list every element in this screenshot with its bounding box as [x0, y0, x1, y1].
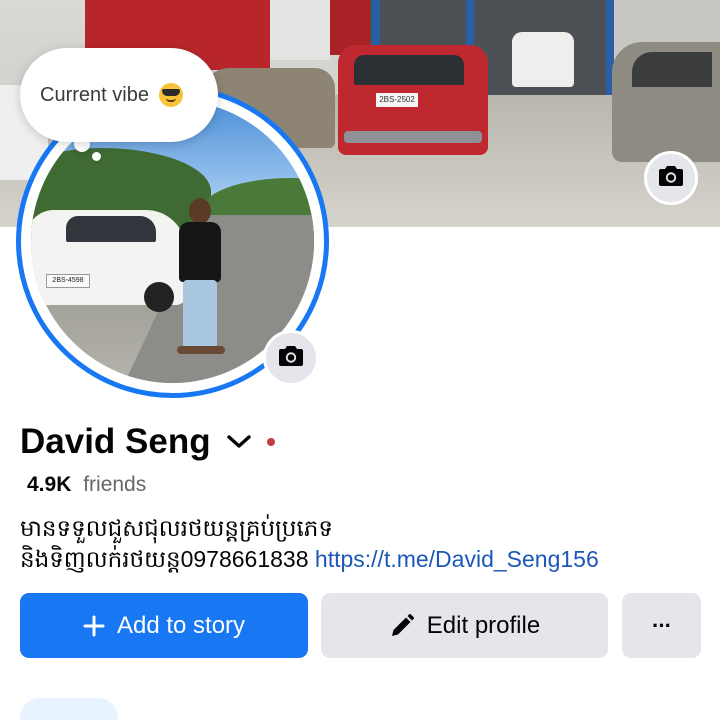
- chevron-down-icon[interactable]: [225, 428, 253, 456]
- cover-red-suv-window: [354, 55, 464, 85]
- cover-door: [270, 0, 330, 60]
- bio-line-2-text: និងទិញលក់រថយន្ត0978661838: [20, 546, 309, 572]
- avatar-suv-windshield: [66, 216, 156, 242]
- avatar-white-suv: 2BS-4598: [31, 210, 186, 312]
- add-to-story-label: Add to story: [116, 611, 246, 639]
- more-options-label: ···: [652, 612, 672, 638]
- avatar-suv-plate: 2BS-4598: [46, 274, 90, 288]
- friends-count-row[interactable]: 4.9K friends: [27, 473, 146, 497]
- cover-red-suv-plate: 2BS-2502: [376, 93, 418, 107]
- sunglasses-emoji-icon: [158, 83, 183, 107]
- camera-icon: [278, 345, 304, 372]
- bio-telegram-link[interactable]: https://t.me/David_Seng156: [315, 546, 599, 572]
- avatar-person-shirt: [179, 222, 221, 282]
- profile-name-row: David Seng: [20, 418, 275, 466]
- cover-white-car: [512, 32, 574, 87]
- avatar-suv-wheel: [144, 282, 174, 312]
- avatar-person-head: [189, 198, 211, 224]
- plus-icon: [83, 615, 105, 637]
- edit-profile-button[interactable]: Edit profile: [321, 593, 608, 658]
- profile-name: David Seng: [20, 422, 211, 461]
- bio-line-1: មានទទួលជួសជុលរថយន្តគ្រប់ប្រភេទ: [20, 515, 333, 541]
- edit-profile-label: Edit profile: [426, 611, 541, 639]
- profile-bio: មានទទួលជួសជុលរថយន្តគ្រប់ប្រភេទ និងទិញលក់…: [20, 513, 710, 575]
- more-options-button[interactable]: ···: [622, 593, 701, 658]
- avatar-person-sandals: [177, 346, 225, 354]
- friends-label: friends: [83, 473, 147, 496]
- status-bubble-tail-small: [92, 152, 101, 161]
- camera-icon: [658, 165, 684, 192]
- notification-dot: [266, 438, 275, 446]
- cover-red-suv: 2BS-2502: [338, 45, 488, 155]
- friends-count: 4.9K: [27, 473, 72, 496]
- edit-profile-picture-button[interactable]: [263, 330, 319, 386]
- add-to-story-button[interactable]: Add to story: [20, 593, 308, 658]
- cover-grey-car: [612, 42, 720, 162]
- cover-red-suv-bumper: [344, 131, 482, 143]
- status-note-text: Current vibe: [40, 83, 149, 106]
- next-section-tab[interactable]: [20, 698, 118, 720]
- status-note-bubble[interactable]: Current vibe: [20, 48, 218, 142]
- avatar-person-jeans: [183, 280, 217, 348]
- cover-grey-car-window: [632, 52, 712, 87]
- edit-cover-photo-button[interactable]: [644, 151, 698, 205]
- pencil-icon: [389, 613, 415, 639]
- bio-line-2: និងទិញលក់រថយន្ត0978661838 https://t.me/D…: [20, 544, 710, 575]
